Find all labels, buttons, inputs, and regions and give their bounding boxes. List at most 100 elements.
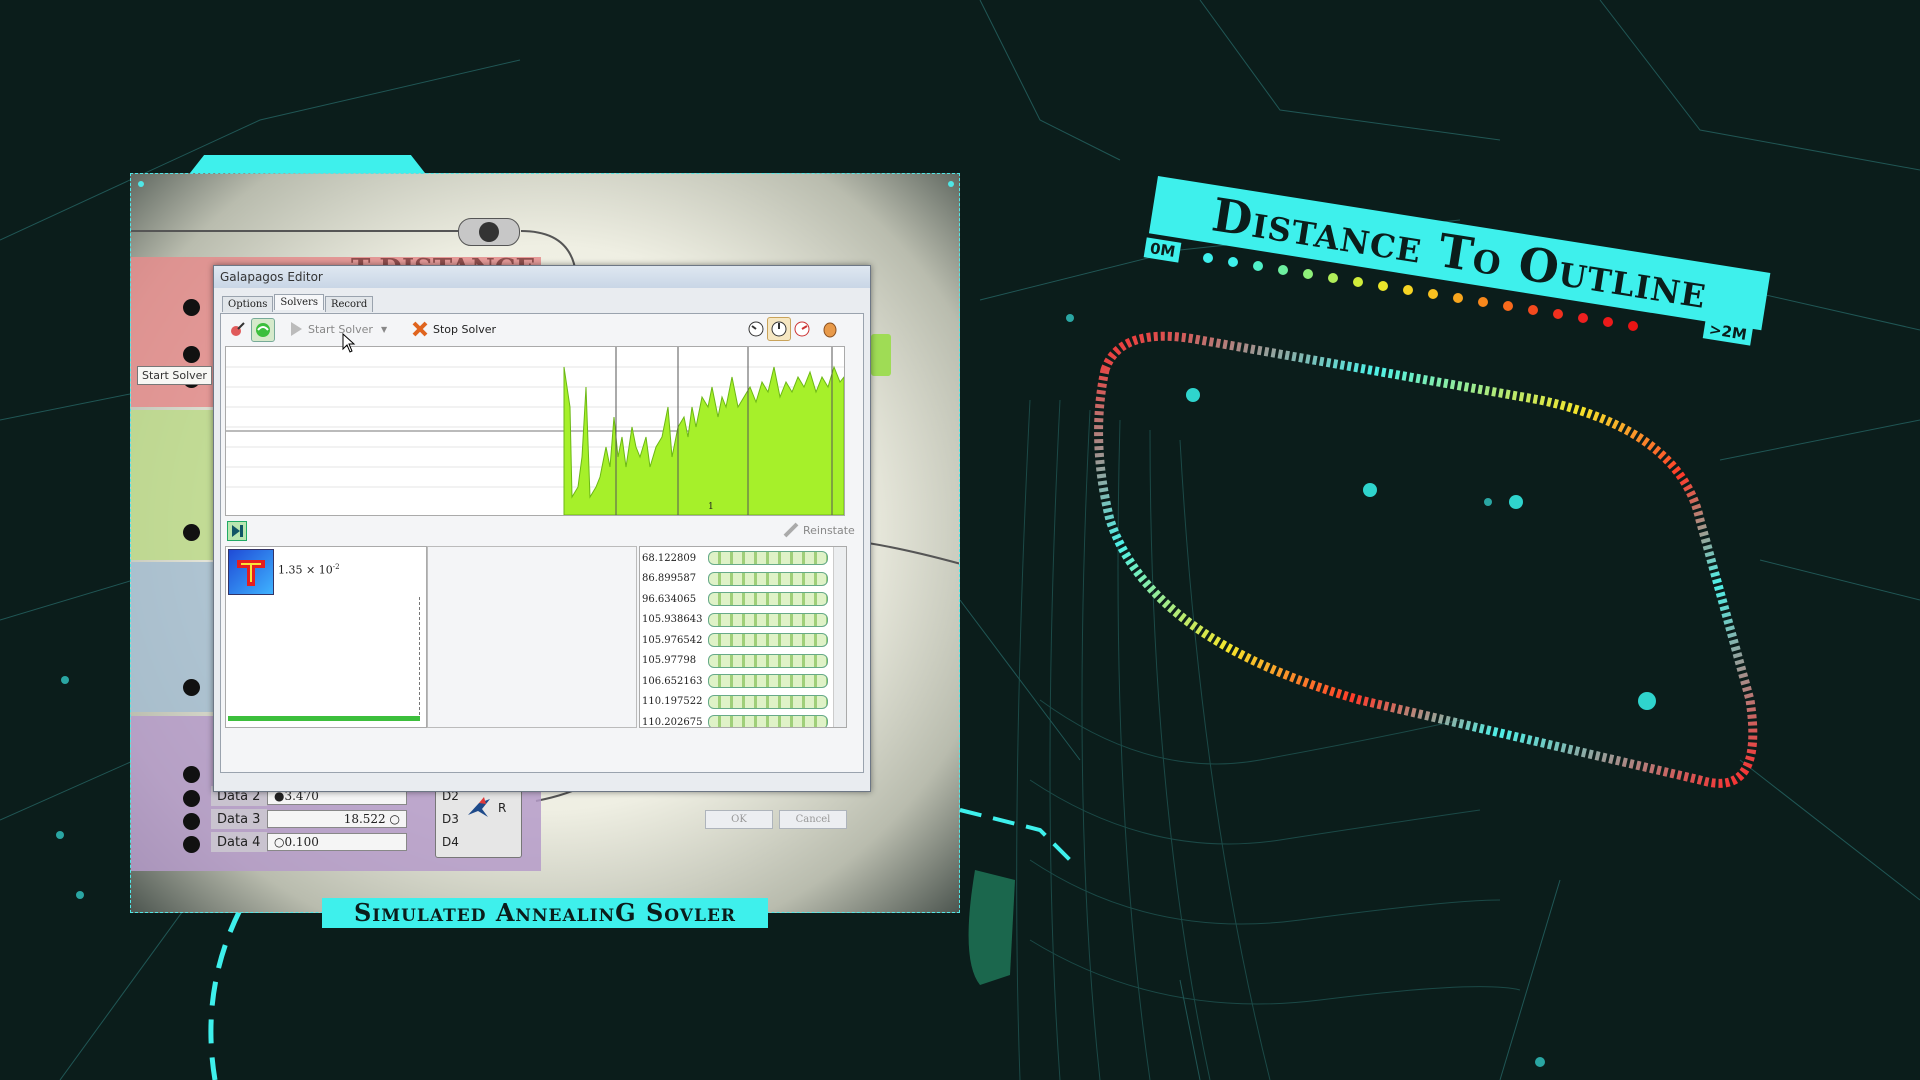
fitness-graph-svg [226,347,845,516]
distance-outline-curve [1094,331,1758,788]
gh-slider-label: Data 3 [211,809,267,829]
tab-record[interactable]: Record [324,296,374,312]
fitness-row[interactable]: 105.938643 [642,610,828,630]
stop-solver-button[interactable]: Stop Solver [411,320,496,338]
start-solver-tooltip: Start Solver [137,366,212,385]
port-r: R [498,801,507,815]
fitness-baseline [228,716,420,721]
fitness-bar [708,592,828,606]
gh-input-dot[interactable] [183,679,200,696]
reinstate-label: Reinstate [803,523,855,537]
fitness-bar [708,674,828,688]
cancel-button[interactable]: Cancel [779,810,847,829]
genome-thumbnail[interactable] [228,549,274,595]
fitness-row[interactable]: 105.97798 [642,651,828,671]
reinstate-icon [783,522,799,538]
fitness-row[interactable]: 106.652163 [642,671,828,691]
panel-corner-dot [138,181,144,187]
fitness-value-list: 68.122809 86.899587 96.634065 105.938643 105… [639,546,847,728]
gauge-fast-icon[interactable] [793,320,811,338]
fitness-bar [708,551,828,565]
detail-panel [427,546,637,728]
play-icon [291,322,302,336]
gauge-medium-icon [771,321,787,337]
fitness-value: 96.634065 [642,593,697,605]
genome-fitness-exponent: -2 [332,563,340,571]
gh-input-dot[interactable] [183,524,200,541]
gh-input-dot[interactable] [183,836,200,853]
annealing-icon [256,323,270,337]
list-scrollbar[interactable] [833,547,846,727]
fitness-value: 86.899587 [642,573,697,584]
tab-solvers[interactable]: Solvers [274,294,324,310]
fitness-value: 105.97798 [642,655,697,666]
genome-fitness: 1.35 × 10-2 [278,563,340,577]
panel-tab [190,155,425,173]
fitness-graph [225,346,845,516]
solver-caption: Simulated AnnealinG Sovler [322,898,768,928]
genome-thumbnail-panel: 1.35 × 10-2 [225,546,427,728]
fitness-row[interactable]: 86.899587 [642,569,828,589]
port-d4: D4 [442,835,459,849]
gh-slider-label: Data 4 [211,832,267,852]
fitness-bar [708,571,828,586]
start-solver-button[interactable]: Start Solver ▼ [287,320,387,338]
relay-icon [479,222,499,242]
stop-solver-label: Stop Solver [433,322,497,336]
gh-slider-value[interactable]: 18.522 ○ [267,810,407,828]
tab-options[interactable]: Options [222,296,274,312]
fitness-bar [708,612,828,627]
gh-input-dot[interactable] [183,346,200,363]
gh-input-dot[interactable] [183,299,200,316]
stop-x-icon [412,321,428,337]
gh-slider-number: 0.100 [284,835,319,849]
gh-slider-data4[interactable]: Data 4 ○ 0.100 [211,832,407,852]
relay-node[interactable] [458,218,520,246]
graph-controls: 1 Reinstate [225,502,855,542]
tab-strip: Options Solvers Record [222,294,374,312]
gh-slider-value[interactable]: ○ 0.100 [267,833,407,851]
fitness-bar [708,694,828,709]
fitness-row[interactable]: 96.634065 [642,589,828,609]
ok-button[interactable]: OK [705,810,773,829]
evolutionary-solver-button[interactable] [229,320,247,338]
annealing-solver-button[interactable] [251,318,275,342]
fitness-bar [708,715,828,727]
chevron-down-icon[interactable]: ▼ [381,325,387,334]
fitness-row[interactable]: 110.197522 [642,692,828,712]
fitness-value: 105.938643 [642,614,703,625]
fitness-row[interactable]: 68.122809 [642,548,828,568]
fitness-row[interactable]: 110.202675 [642,712,828,728]
panel-corner-dot [948,181,954,187]
fitness-bar [708,653,828,668]
distance-gradient-dots [1203,253,1638,331]
solvers-page: Start Solver ▼ Stop Solver 1 Reinstate 1… [220,313,864,829]
window-title: Galapagos Editor [214,266,870,288]
gauge-slow-icon[interactable] [747,320,765,338]
gh-component-edge [871,334,891,376]
skip-forward-button[interactable] [227,521,247,541]
start-solver-label: Start Solver [308,322,373,336]
galapagos-bird-icon [468,797,490,817]
graph-marker-label: 1 [708,502,714,512]
thumb-divider [419,597,421,715]
fitness-value: 68.122809 [642,552,697,564]
gauge-medium-button[interactable] [767,317,791,341]
fitness-value: 106.652163 [642,675,703,687]
evolutionary-icon [231,322,245,336]
fitness-row[interactable]: 105.976542 [642,630,828,650]
fitness-value: 110.197522 [642,696,703,707]
skip-forward-icon [232,525,243,537]
solver-toolbar: Start Solver ▼ Stop Solver [221,314,863,342]
gh-slider-number: 18.522 [343,812,386,826]
fitness-value: 110.202675 [642,716,703,728]
gh-input-dot[interactable] [183,813,200,830]
mouse-cursor-icon [342,333,356,353]
gh-slider-data3[interactable]: Data 3 18.522 ○ [211,809,407,829]
gh-input-dot[interactable] [183,790,200,807]
gh-input-dot[interactable] [183,766,200,783]
reinstate-button[interactable]: Reinstate [783,522,855,538]
fitness-value: 105.976542 [642,634,703,646]
egg-icon[interactable] [821,320,839,338]
galapagos-editor-window[interactable]: Galapagos Editor Options Solvers Record … [213,265,871,829]
